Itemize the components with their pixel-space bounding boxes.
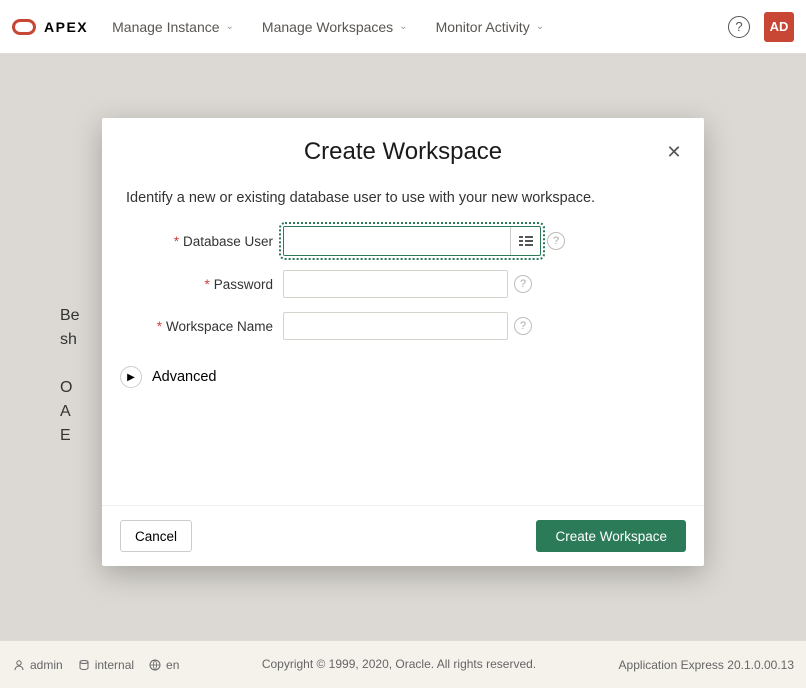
footer-workspace[interactable]: internal xyxy=(77,658,134,672)
app-header: APEX Manage Instance ⌄ Manage Workspaces… xyxy=(0,0,806,54)
required-icon: * xyxy=(204,277,209,292)
main-nav: Manage Instance ⌄ Manage Workspaces ⌄ Mo… xyxy=(112,19,728,35)
database-user-combobox[interactable] xyxy=(283,226,541,256)
help-icon[interactable]: ? xyxy=(547,232,565,250)
brand-text: APEX xyxy=(44,19,88,35)
oracle-logo-icon xyxy=(12,19,36,35)
advanced-section[interactable]: ▶ Advanced xyxy=(102,354,704,400)
nav-manage-instance[interactable]: Manage Instance ⌄ xyxy=(112,19,234,35)
footer-left: admin internal en xyxy=(12,658,179,672)
expand-icon[interactable]: ▶ xyxy=(120,366,142,388)
modal-instruction: Identify a new or existing database user… xyxy=(102,174,704,226)
field-password: *Password ? xyxy=(102,270,704,298)
footer-copyright: Copyright © 1999, 2020, Oracle. All righ… xyxy=(179,657,618,673)
list-picker-icon[interactable] xyxy=(510,227,540,255)
workspace-name-input[interactable] xyxy=(283,312,508,340)
label-workspace-name: *Workspace Name xyxy=(126,319,283,334)
footer-version: Application Express 20.1.0.00.13 xyxy=(619,658,794,672)
cancel-button[interactable]: Cancel xyxy=(120,520,192,552)
modal-header: Create Workspace ✕ xyxy=(102,118,704,174)
nav-label: Monitor Activity xyxy=(436,19,530,35)
nav-manage-workspaces[interactable]: Manage Workspaces ⌄ xyxy=(262,19,408,35)
close-icon[interactable]: ✕ xyxy=(662,140,686,164)
footer-user[interactable]: admin xyxy=(12,658,63,672)
footer-language[interactable]: en xyxy=(148,658,179,672)
help-icon[interactable]: ? xyxy=(514,275,532,293)
chevron-down-icon: ⌄ xyxy=(536,21,544,32)
user-icon xyxy=(12,658,26,672)
header-actions: ? AD xyxy=(728,12,794,42)
brand-logo[interactable]: APEX xyxy=(12,19,88,35)
advanced-label: Advanced xyxy=(152,369,217,385)
database-user-input[interactable] xyxy=(284,227,510,255)
create-workspace-modal: Create Workspace ✕ Identify a new or exi… xyxy=(102,118,704,566)
nav-label: Manage Instance xyxy=(112,19,219,35)
help-icon[interactable]: ? xyxy=(514,317,532,335)
create-workspace-button[interactable]: Create Workspace xyxy=(536,520,686,552)
label-password: *Password xyxy=(126,277,283,292)
password-input[interactable] xyxy=(283,270,508,298)
modal-footer: Cancel Create Workspace xyxy=(102,505,704,566)
chevron-down-icon: ⌄ xyxy=(226,21,234,32)
user-avatar[interactable]: AD xyxy=(764,12,794,42)
field-workspace-name: *Workspace Name ? xyxy=(102,312,704,340)
globe-icon xyxy=(148,658,162,672)
required-icon: * xyxy=(174,234,179,249)
modal-title: Create Workspace xyxy=(126,138,680,166)
database-icon xyxy=(77,658,91,672)
chevron-down-icon: ⌄ xyxy=(399,21,407,32)
nav-label: Manage Workspaces xyxy=(262,19,393,35)
nav-monitor-activity[interactable]: Monitor Activity ⌄ xyxy=(436,19,545,35)
field-database-user: *Database User ? xyxy=(102,226,704,256)
help-icon[interactable]: ? xyxy=(728,16,750,38)
required-icon: * xyxy=(157,319,162,334)
label-database-user: *Database User xyxy=(126,234,283,249)
page-footer: admin internal en Copyright © 1999, 2020… xyxy=(0,640,806,688)
